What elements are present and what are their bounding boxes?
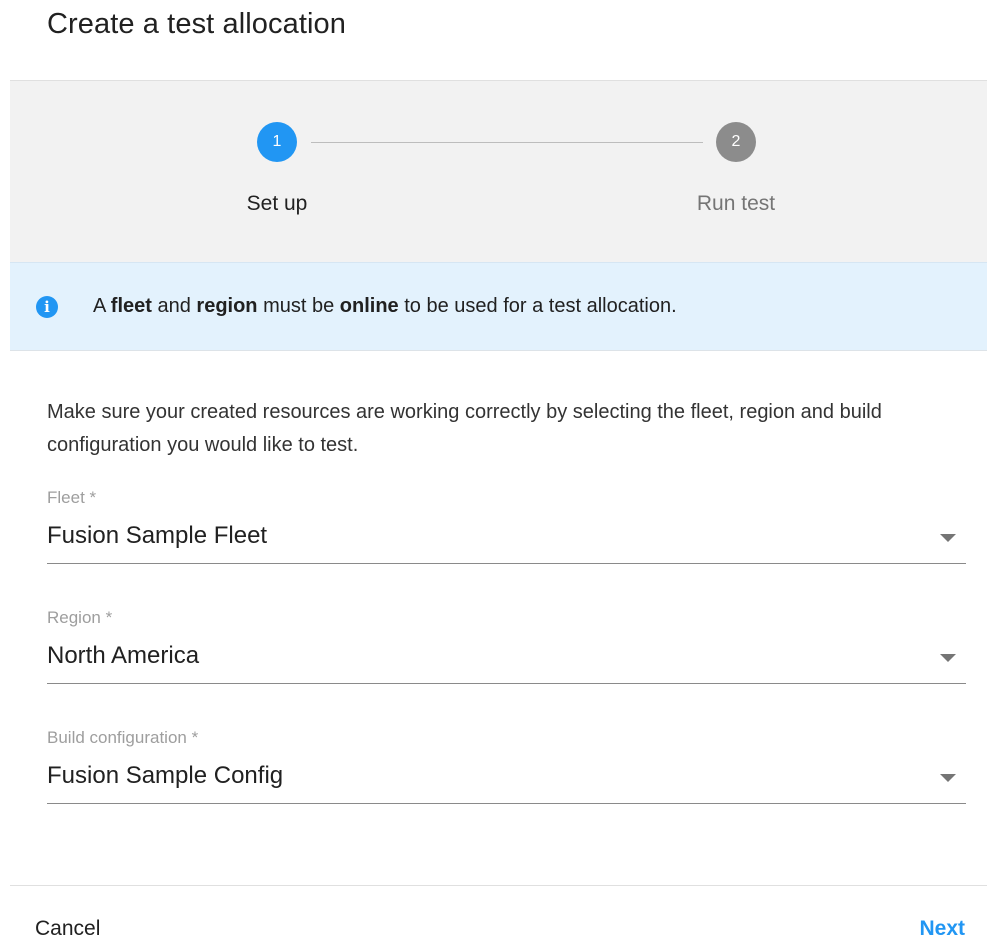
info-text-part: and bbox=[151, 295, 197, 317]
region-value: North America bbox=[47, 642, 200, 669]
info-text-part: must be bbox=[257, 295, 340, 317]
caret-down-icon[interactable] bbox=[940, 654, 956, 662]
info-text-part: A bbox=[93, 295, 111, 317]
info-text-bold-region: region bbox=[196, 295, 258, 317]
step-1-label: Set up bbox=[246, 192, 308, 215]
fleet-label: Fleet * bbox=[47, 488, 97, 507]
region-select[interactable]: Region * North America bbox=[47, 608, 966, 684]
description-text: Make sure your created resources are wor… bbox=[47, 401, 882, 456]
step-1-indicator: 1 bbox=[257, 122, 297, 162]
stepper: 1 2 Set up Run test bbox=[10, 81, 987, 262]
fleet-select[interactable]: Fleet * Fusion Sample Fleet bbox=[47, 488, 966, 564]
cancel-button[interactable]: Cancel bbox=[35, 917, 100, 941]
region-label: Region * bbox=[47, 608, 113, 627]
footer-divider bbox=[10, 885, 987, 886]
step-connector bbox=[311, 142, 703, 143]
info-text-part: to be used for a test allocation. bbox=[398, 295, 677, 317]
caret-down-icon[interactable] bbox=[940, 534, 956, 542]
build-configuration-value: Fusion Sample Config bbox=[47, 762, 284, 789]
info-text-bold-fleet: fleet bbox=[110, 295, 152, 317]
caret-down-icon[interactable] bbox=[940, 774, 956, 782]
create-test-allocation-dialog: Create a test allocation 1 2 Set up Run … bbox=[0, 0, 987, 944]
fleet-value: Fusion Sample Fleet bbox=[47, 522, 268, 549]
build-configuration-select[interactable]: Build configuration * Fusion Sample Conf… bbox=[47, 728, 966, 804]
info-text-bold-online: online bbox=[339, 295, 399, 317]
info-banner-text: A fleet and region must be online to be … bbox=[93, 295, 677, 318]
dialog-title: Create a test allocation bbox=[47, 8, 347, 40]
step-2-label: Run test bbox=[696, 192, 776, 215]
next-button[interactable]: Next bbox=[919, 917, 965, 941]
build-configuration-label: Build configuration * bbox=[47, 728, 199, 747]
step-2-indicator: 2 bbox=[716, 122, 756, 162]
info-icon: i bbox=[36, 296, 58, 318]
info-banner: i A fleet and region must be online to b… bbox=[10, 262, 987, 351]
